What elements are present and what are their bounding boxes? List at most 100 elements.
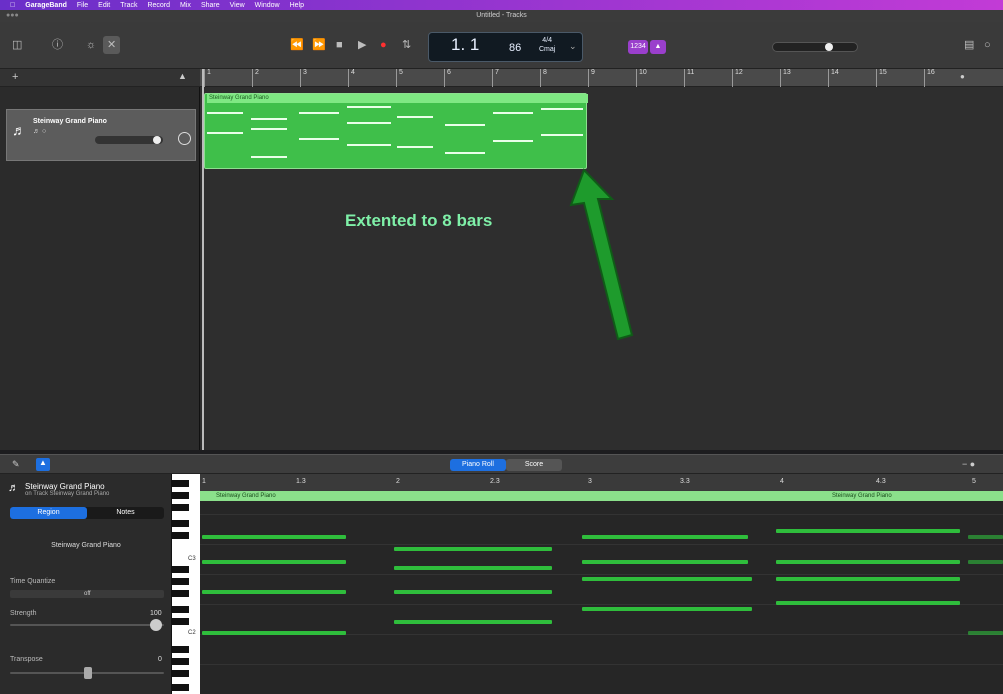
window-traffic-lights[interactable]: ●●●: [6, 10, 19, 22]
mute-headphone-icons[interactable]: ♬ ○: [33, 128, 46, 135]
tab-piano-roll[interactable]: Piano Roll: [450, 459, 506, 471]
tab-score[interactable]: Score: [506, 459, 562, 471]
stop-icon[interactable]: ■: [336, 36, 343, 54]
rewind-icon[interactable]: ⏪: [290, 36, 304, 54]
help-icon[interactable]: ⓘ: [52, 36, 63, 54]
cycle-icon[interactable]: ⇅: [402, 36, 411, 54]
midi-note[interactable]: [582, 607, 752, 611]
library-icon[interactable]: ◫: [12, 36, 22, 54]
time-quantize-label: Time Quantize: [10, 578, 56, 585]
track-row[interactable]: ♬ Steinway Grand Piano ♬ ○: [6, 109, 196, 161]
piano-roll[interactable]: 1 1.3 2 2.3 3 3.3 4 4.3 5 Steinway Grand…: [200, 474, 1003, 694]
midi-note[interactable]: [202, 590, 346, 594]
loop-browser-icon[interactable]: ○: [984, 36, 991, 54]
track-pan-knob[interactable]: [178, 132, 191, 145]
strength-label: Strength: [10, 610, 37, 617]
midi-note[interactable]: [776, 560, 960, 564]
black-key[interactable]: [172, 658, 189, 665]
midi-note[interactable]: [582, 535, 748, 539]
midi-note[interactable]: [394, 590, 552, 594]
ruler-bar: 4: [348, 69, 355, 87]
roll-ruler-mark: 2.3: [490, 478, 500, 485]
region-name-field[interactable]: Steinway Grand Piano: [0, 542, 172, 549]
apple-menu-icon[interactable]: : [10, 2, 15, 9]
midi-note[interactable]: [394, 547, 552, 551]
menu-mix[interactable]: Mix: [180, 2, 191, 9]
master-volume-knob[interactable]: [825, 43, 833, 51]
time-quantize-select[interactable]: off: [10, 590, 164, 598]
strength-slider[interactable]: [10, 624, 164, 626]
midi-note[interactable]: [394, 620, 552, 624]
black-key[interactable]: [172, 566, 189, 573]
transpose-knob[interactable]: [84, 667, 92, 679]
timeline-ruler[interactable]: 1 2 3 4 5 6 7 8 9 10 11 12 13 14 15 16 ●: [200, 69, 1003, 87]
midi-note[interactable]: [776, 577, 960, 581]
black-key[interactable]: [172, 618, 189, 625]
strength-knob[interactable]: [150, 619, 162, 631]
menu-file[interactable]: File: [77, 2, 88, 9]
menu-view[interactable]: View: [230, 2, 245, 9]
midi-note[interactable]: [394, 566, 552, 570]
metronome-icon[interactable]: ▲: [650, 40, 666, 54]
midi-note[interactable]: [776, 601, 960, 605]
black-key[interactable]: [172, 670, 189, 677]
piano-roll-region-bar[interactable]: Steinway Grand Piano Steinway Grand Pian…: [200, 491, 1003, 501]
midi-note[interactable]: [968, 631, 1003, 635]
tracks-workspace[interactable]: Steinway Grand Piano Extented to 8 bars: [200, 87, 1003, 450]
midi-note[interactable]: [968, 560, 1003, 564]
lcd-display[interactable]: 1. 1 86 4/4 Cmaj ⌄: [428, 32, 583, 62]
ruler-bar: 8: [540, 69, 547, 87]
menu-garageband[interactable]: GarageBand: [25, 2, 67, 9]
menu-record[interactable]: Record: [147, 2, 170, 9]
play-icon[interactable]: ▶: [358, 36, 366, 54]
midi-note[interactable]: [202, 631, 346, 635]
ruler-bar: 15: [876, 69, 887, 87]
black-key[interactable]: [172, 606, 189, 613]
track-name[interactable]: Steinway Grand Piano: [33, 118, 107, 125]
grid-lane: [200, 544, 1003, 545]
editors-icon[interactable]: ✕: [103, 36, 121, 54]
piano-instrument-icon: ♬: [8, 482, 19, 494]
chevron-down-icon[interactable]: ⌄: [569, 41, 577, 52]
black-key[interactable]: [172, 520, 189, 527]
notepad-icon[interactable]: ▤: [964, 36, 974, 54]
black-key[interactable]: [172, 532, 189, 539]
pencil-icon[interactable]: ✎: [12, 459, 20, 470]
menu-edit[interactable]: Edit: [98, 2, 110, 9]
add-track-icon[interactable]: +: [12, 71, 18, 83]
count-in-button[interactable]: 1234: [628, 40, 648, 54]
fast-forward-icon[interactable]: ⏩: [312, 36, 326, 54]
track-volume-slider[interactable]: [95, 136, 163, 144]
black-key[interactable]: [172, 578, 189, 585]
tab-region[interactable]: Region: [10, 507, 87, 519]
black-key[interactable]: [172, 590, 189, 597]
playhead[interactable]: [202, 69, 204, 450]
midi-note[interactable]: [202, 535, 346, 539]
track-volume-knob[interactable]: [153, 136, 161, 144]
midi-note[interactable]: [582, 577, 752, 581]
piano-keyboard[interactable]: C3 C2: [172, 474, 200, 694]
midi-note[interactable]: [776, 529, 960, 533]
transpose-value: 0: [158, 656, 162, 663]
menu-track[interactable]: Track: [120, 2, 137, 9]
menu-share[interactable]: Share: [201, 2, 220, 9]
midi-note[interactable]: [202, 560, 346, 564]
black-key[interactable]: [172, 492, 189, 499]
piano-roll-ruler[interactable]: 1 1.3 2 2.3 3 3.3 4 4.3 5: [200, 474, 1003, 491]
midi-note[interactable]: [968, 535, 1003, 539]
ruler-menu-icon[interactable]: ●: [960, 72, 965, 81]
zoom-icon[interactable]: − ●: [962, 459, 975, 469]
black-key[interactable]: [172, 504, 189, 511]
menu-help[interactable]: Help: [290, 2, 304, 9]
black-key[interactable]: [172, 684, 189, 691]
black-key[interactable]: [172, 480, 189, 487]
tab-notes[interactable]: Notes: [87, 507, 164, 519]
filter-icon[interactable]: ▲: [36, 458, 50, 471]
smart-controls-icon[interactable]: ☼: [86, 36, 96, 54]
black-key[interactable]: [172, 646, 189, 653]
smart-filter-icon[interactable]: ▲: [178, 71, 187, 81]
midi-note[interactable]: [582, 560, 748, 564]
master-volume-slider[interactable]: [772, 42, 858, 52]
record-icon[interactable]: ●: [380, 36, 387, 54]
menu-window[interactable]: Window: [255, 2, 280, 9]
